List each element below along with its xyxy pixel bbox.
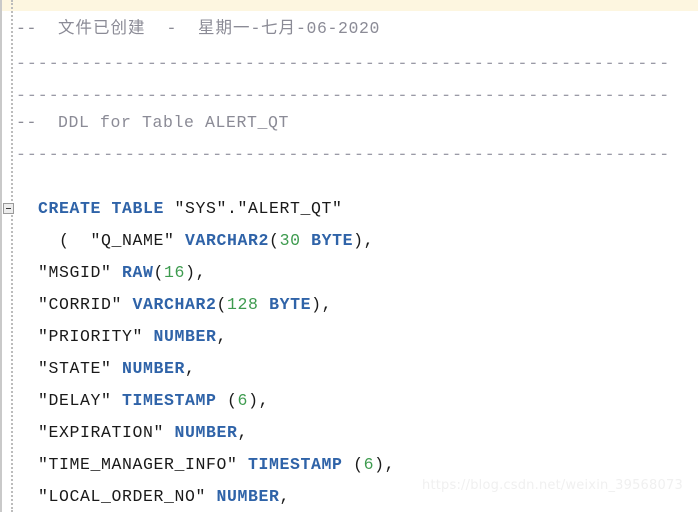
- token: "STATE": [38, 359, 123, 378]
- token: ),: [248, 391, 270, 410]
- token: -: [145, 19, 199, 38]
- line-create-table[interactable]: CREATE TABLE "SYS"."ALERT_QT": [38, 193, 698, 225]
- token: (: [269, 231, 280, 250]
- token: CREATE TABLE: [38, 199, 165, 218]
- token: (: [216, 295, 228, 314]
- token: ),: [374, 455, 396, 474]
- token: "LOCAL_ORDER_NO": [38, 487, 217, 506]
- token: ----------------------------------------…: [16, 86, 671, 105]
- token: -06-2020: [296, 19, 381, 38]
- token: VARCHAR2: [132, 295, 217, 314]
- token: "CORRID": [38, 295, 133, 314]
- line-comment-created[interactable]: -- 文件已创建 - 星期一-七月-06-2020: [16, 12, 698, 44]
- token: 星期一: [198, 18, 251, 37]
- token: ,: [216, 327, 228, 346]
- token: ,: [237, 423, 249, 442]
- token: --: [16, 19, 59, 38]
- token: BYTE: [311, 231, 354, 250]
- token: VARCHAR2: [185, 231, 270, 250]
- token: ----------------------------------------…: [16, 54, 671, 73]
- csdn-watermark: https://blog.csdn.net/weixin_39568073: [422, 478, 683, 493]
- token: "EXPIRATION": [38, 423, 175, 442]
- token: "TIME_MANAGER_INFO": [38, 455, 249, 474]
- token: ----------------------------------------…: [16, 145, 671, 164]
- token: (: [153, 263, 165, 282]
- token: ),: [353, 231, 375, 250]
- code-editor-root: -- 文件已创建 - 星期一-七月-06-2020 ---------------…: [0, 0, 698, 512]
- token: ),: [311, 295, 333, 314]
- token: RAW: [122, 263, 154, 282]
- token: 七月: [261, 18, 297, 37]
- token: -- DDL for Table ALERT_QT: [16, 113, 290, 132]
- token: 128: [227, 295, 259, 314]
- line-rule-3[interactable]: ----------------------------------------…: [16, 139, 698, 171]
- token: 16: [164, 263, 186, 282]
- line-col-msgid[interactable]: "MSGID" RAW(16),: [38, 257, 698, 289]
- token: TIMESTAMP: [248, 455, 343, 474]
- code-surface[interactable]: -- 文件已创建 - 星期一-七月-06-2020 ---------------…: [0, 0, 698, 512]
- line-col-state[interactable]: "STATE" NUMBER,: [38, 353, 698, 385]
- line-col-corrid[interactable]: "CORRID" VARCHAR2(128 BYTE),: [38, 289, 698, 321]
- token: 30: [279, 231, 301, 250]
- token: "DELAY": [38, 391, 123, 410]
- token: ),: [185, 263, 207, 282]
- token: 6: [237, 391, 249, 410]
- token: "Q_NAME": [90, 231, 186, 250]
- token: NUMBER: [216, 487, 280, 506]
- token: ,: [185, 359, 196, 378]
- line-col-time-manager-info[interactable]: "TIME_MANAGER_INFO" TIMESTAMP (6),: [38, 449, 698, 481]
- token: "PRIORITY": [38, 327, 154, 346]
- token: 6: [363, 455, 375, 474]
- token: 文件已创建: [58, 18, 146, 37]
- token: TIMESTAMP: [122, 391, 217, 410]
- token: BYTE: [269, 295, 312, 314]
- token: (: [342, 455, 364, 474]
- token: -: [250, 19, 262, 38]
- token: NUMBER: [122, 359, 186, 378]
- token: ,: [279, 487, 291, 506]
- token: (: [38, 231, 91, 250]
- token: (: [216, 391, 238, 410]
- token: "SYS"."ALERT_QT": [164, 199, 343, 218]
- line-comment-ddl[interactable]: -- DDL for Table ALERT_QT: [16, 107, 698, 139]
- line-col-expiration[interactable]: "EXPIRATION" NUMBER,: [38, 417, 698, 449]
- line-rule-1[interactable]: ----------------------------------------…: [16, 48, 698, 80]
- line-col-q-name[interactable]: ( "Q_NAME" VARCHAR2(30 BYTE),: [38, 225, 698, 257]
- line-col-priority[interactable]: "PRIORITY" NUMBER,: [38, 321, 698, 353]
- token: NUMBER: [174, 423, 238, 442]
- line-col-delay[interactable]: "DELAY" TIMESTAMP (6),: [38, 385, 698, 417]
- token: "MSGID": [38, 263, 123, 282]
- token: NUMBER: [153, 327, 217, 346]
